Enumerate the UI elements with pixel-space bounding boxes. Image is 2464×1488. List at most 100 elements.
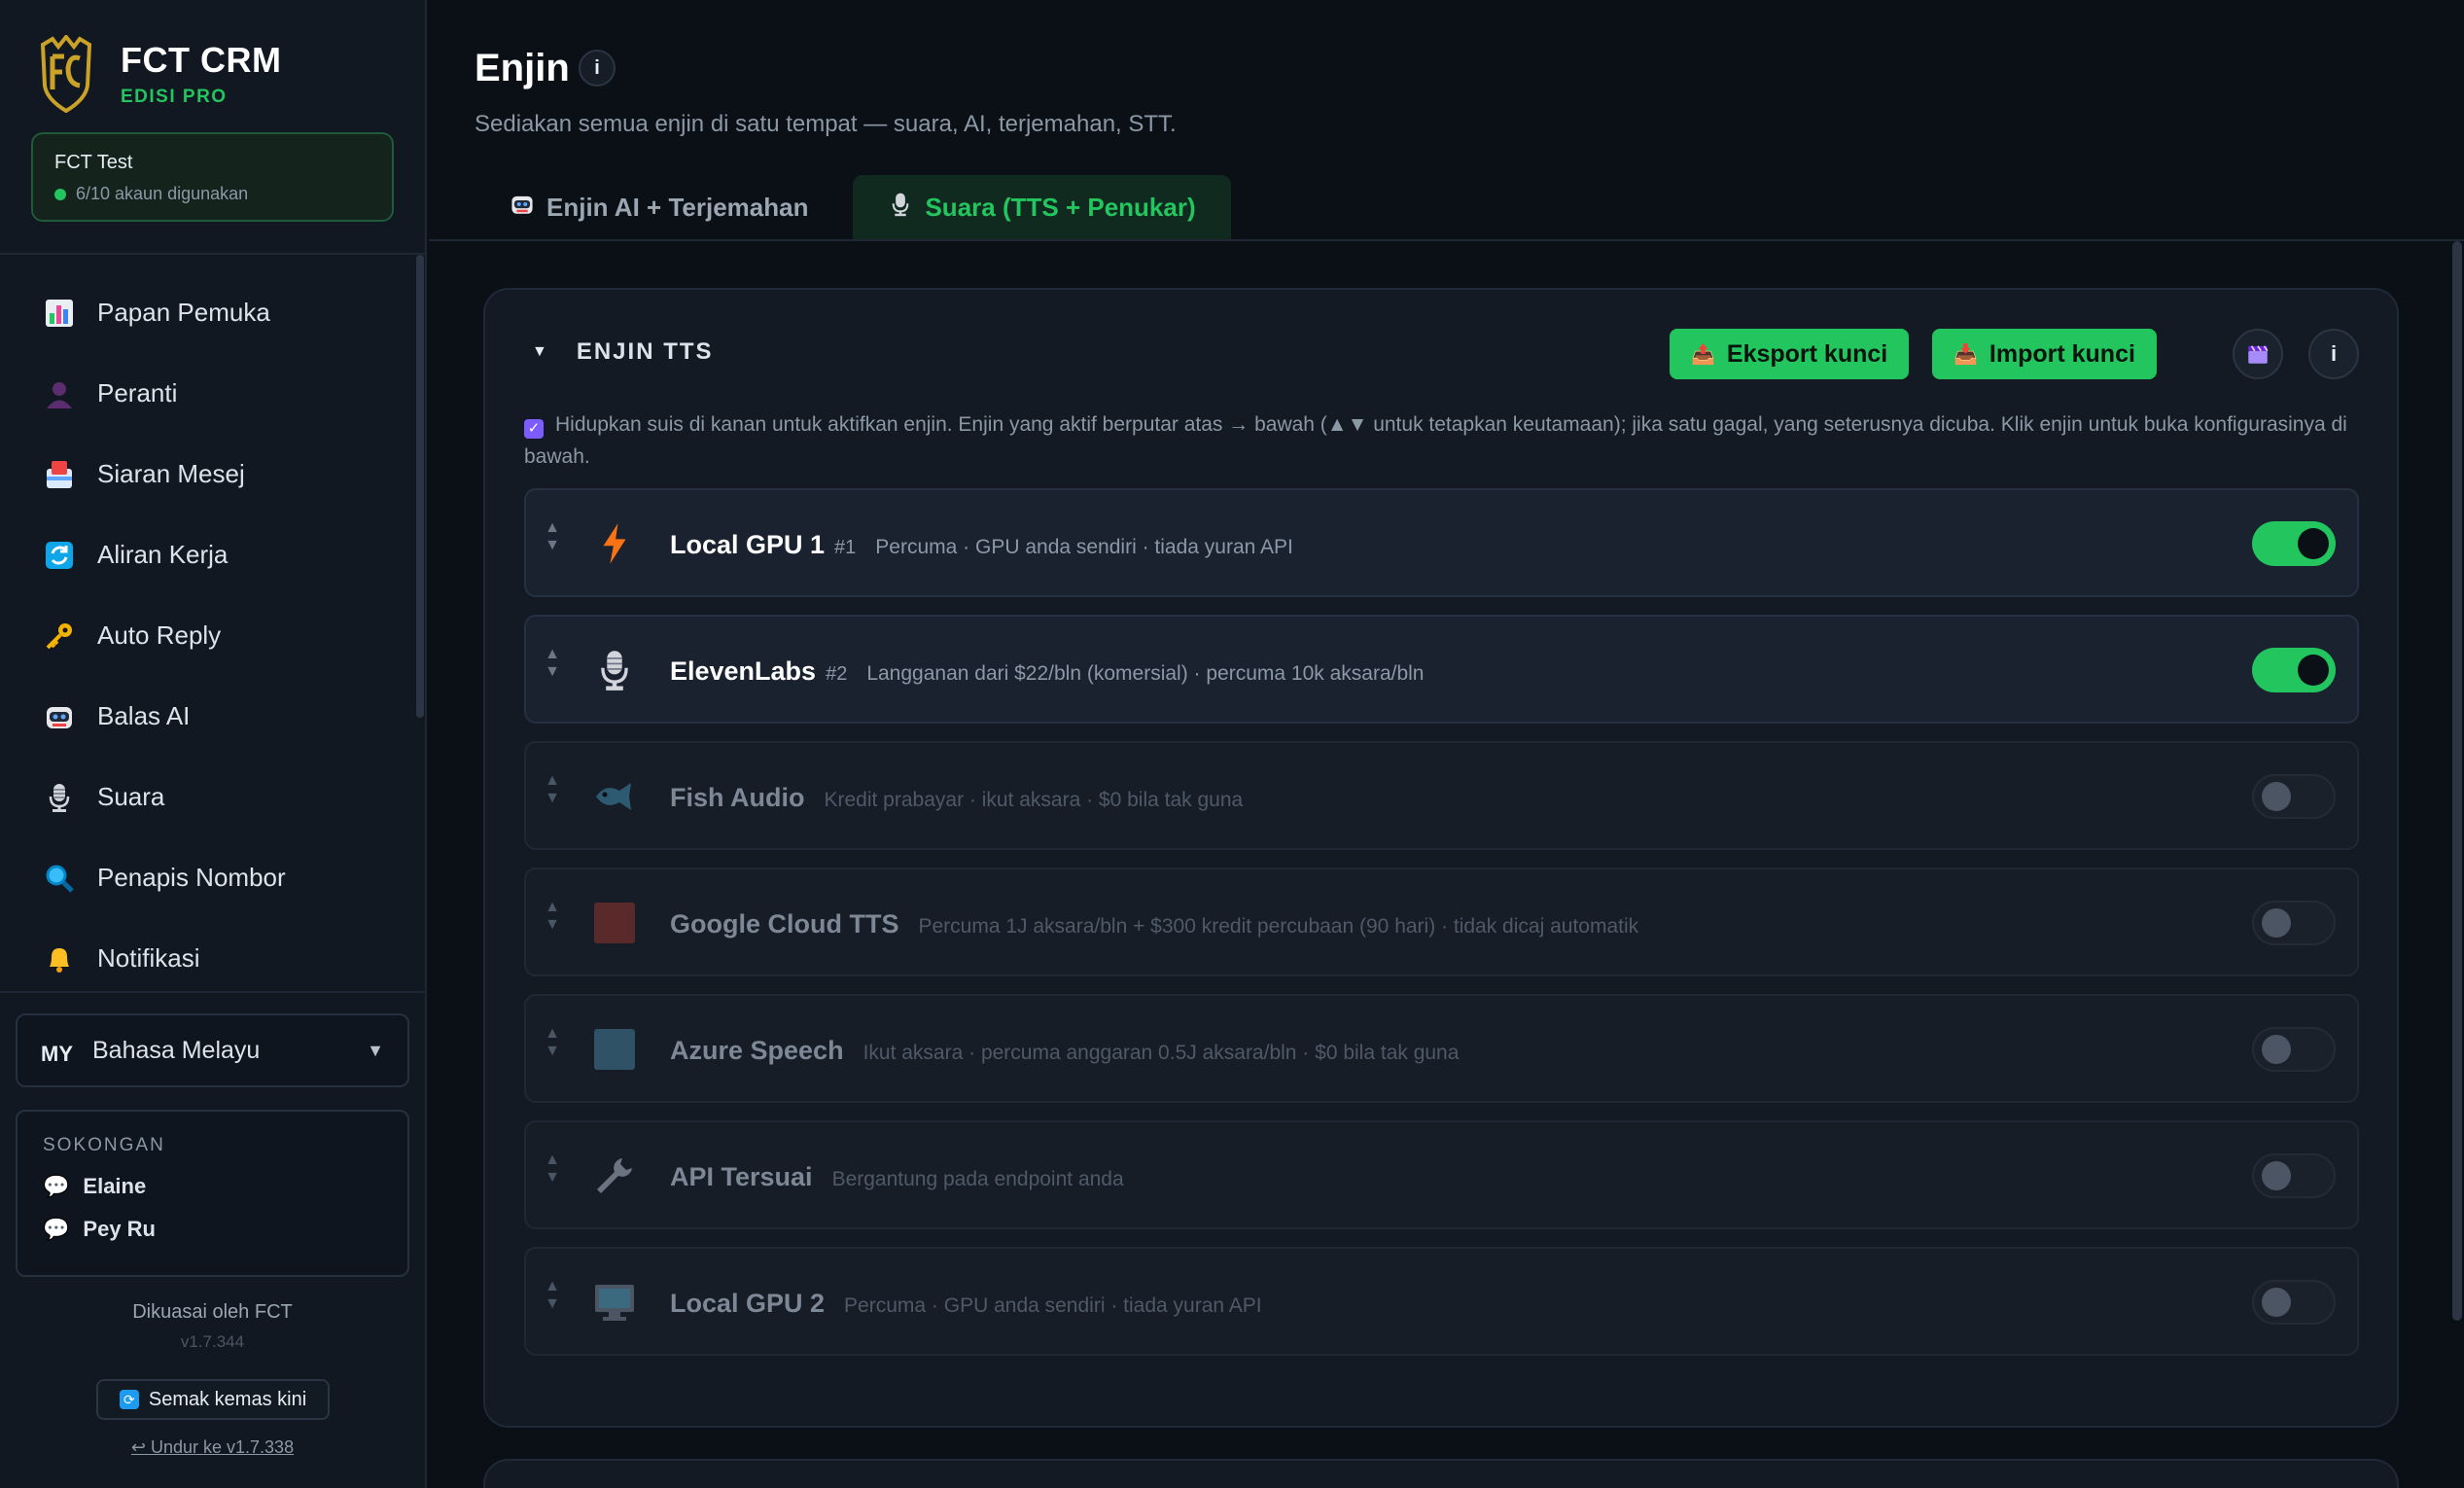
sidebar-item-label: Suara	[97, 782, 165, 811]
microphone-icon	[590, 646, 639, 694]
reorder-handle-icon[interactable]: ▲ ▼	[542, 1278, 563, 1313]
robot-icon	[43, 700, 76, 733]
sidebar-item-aliran-kerja[interactable]: Aliran Kerja	[0, 514, 425, 595]
toggle-knob	[2298, 528, 2329, 559]
engine-toggle[interactable]	[2252, 901, 2336, 945]
sidebar-item-label: Auto Reply	[97, 620, 222, 650]
sidebar-item-peranti[interactable]: Peranti	[0, 353, 425, 434]
sidebar-item-label: Aliran Kerja	[97, 540, 229, 569]
workflow-icon	[43, 539, 76, 572]
divider	[0, 253, 425, 255]
info-icon[interactable]: i	[579, 50, 616, 87]
reorder-handle-icon[interactable]: ▲ ▼	[542, 772, 563, 807]
engine-row-local-gpu-2[interactable]: ▲ ▼ Local GPU 2 Percuma · GPU anda sendiri…	[524, 1247, 2359, 1356]
engine-toggle[interactable]	[2252, 521, 2336, 566]
fct-shield-logo-icon	[40, 35, 92, 113]
main-content: Enjin i Sediakan semua enjin di satu tem…	[429, 0, 2464, 1488]
sidebar-item-label: Papan Pemuka	[97, 298, 270, 327]
import-keys-button[interactable]: 📥 Import kunci	[1932, 329, 2157, 379]
tab-label: Suara (TTS + Penukar)	[925, 192, 1196, 222]
sidebar: FCT CRM EDISI PRO FCT Test 6/10 akaun di…	[0, 0, 427, 1488]
main-scrollbar[interactable]	[2452, 241, 2462, 1321]
brand-edition: EDISI PRO	[121, 87, 228, 107]
checkbox-icon: ✓	[524, 419, 544, 439]
engine-row-elevenlabs[interactable]: ▲ ▼ ElevenLabs #2 Langganan dari $22/bln (k…	[524, 615, 2359, 724]
sidebar-item-penapis-nombor[interactable]: Penapis Nombor	[0, 837, 425, 918]
support-contact-label: Pey Ru	[83, 1217, 156, 1241]
broadcast-icon	[43, 458, 76, 491]
hint-text: Hidupkan suis di kanan untuk aktifkan en…	[524, 413, 2347, 468]
support-contact-elaine[interactable]: 💬 Elaine	[43, 1174, 382, 1199]
brand[interactable]: FCT CRM EDISI PRO	[39, 35, 281, 113]
export-keys-label: Eksport kunci	[1726, 339, 1888, 368]
support-panel: SOKONGAN 💬 Elaine 💬 Pey Ru	[16, 1110, 409, 1277]
engine-name: API Tersuai	[670, 1162, 813, 1191]
engine-toggle[interactable]	[2252, 774, 2336, 819]
sidebar-item-siaran-mesej[interactable]: Siaran Mesej	[0, 434, 425, 514]
engine-toggle[interactable]	[2252, 1153, 2336, 1198]
tts-engine-card: ▼ ENJIN TTS 📤 Eksport kunci 📥 Import kun…	[483, 288, 2399, 1428]
language-label: Bahasa Melayu	[92, 1036, 261, 1064]
toggle-knob	[2262, 1288, 2291, 1317]
engine-row-azure-speech[interactable]: ▲ ▼ Azure Speech Ikut aksara · percuma ang…	[524, 994, 2359, 1103]
inbox-icon: 📥	[1954, 343, 1978, 366]
sidebar-item-suara[interactable]: Suara	[0, 757, 425, 837]
sidebar-item-label: Peranti	[97, 378, 178, 407]
export-keys-button[interactable]: 📤 Eksport kunci	[1670, 329, 1910, 379]
sidebar-item-notifikasi[interactable]: Notifikasi	[0, 918, 425, 999]
tab-ai-translation[interactable]: Enjin AI + Terjemahan	[475, 175, 843, 239]
downgrade-link[interactable]: ↩ Undur ke v1.7.338	[0, 1437, 425, 1458]
tab-voice-tts[interactable]: Suara (TTS + Penukar)	[853, 175, 1231, 239]
sidebar-scrollbar[interactable]	[416, 255, 424, 718]
reorder-handle-icon[interactable]: ▲ ▼	[542, 646, 563, 681]
engine-toggle[interactable]	[2252, 648, 2336, 692]
monitor-icon	[590, 1278, 639, 1327]
engine-row-fish-audio[interactable]: ▲ ▼ Fish Audio Kredit prabayar · ikut aksa…	[524, 741, 2359, 850]
engine-desc: Ikut aksara · percuma anggaran 0.5J aksa…	[862, 1042, 1460, 1064]
outbox-icon: 📤	[1691, 343, 1715, 366]
sidebar-item-auto-reply[interactable]: Auto Reply	[0, 595, 425, 676]
reorder-handle-icon[interactable]: ▲ ▼	[542, 1151, 563, 1187]
engine-desc: Percuma · GPU anda sendiri · tiada yuran…	[875, 536, 1293, 558]
support-contact-label: Elaine	[83, 1174, 147, 1198]
reorder-handle-icon[interactable]: ▲ ▼	[542, 519, 563, 554]
chevron-down-icon: ▼	[367, 1040, 384, 1060]
check-update-button[interactable]: ⟳ Semak kemas kini	[96, 1379, 330, 1420]
toggle-knob	[2262, 1161, 2291, 1190]
tts-section-header[interactable]: ▼ ENJIN TTS	[532, 338, 714, 366]
microphone-icon	[43, 781, 76, 814]
sidebar-item-papan-pemuka[interactable]: Papan Pemuka	[0, 272, 425, 353]
engine-desc: Kredit prabayar · ikut aksara · $0 bila …	[824, 789, 1244, 811]
engine-name: Local GPU 1	[670, 530, 826, 559]
support-contact-pey-ru[interactable]: 💬 Pey Ru	[43, 1217, 382, 1242]
clapper-icon[interactable]	[2233, 329, 2283, 379]
version-label: v1.7.344	[180, 1332, 245, 1351]
tts-hint: ✓ Hidupkan suis di kanan untuk aktifkan e…	[524, 408, 2352, 473]
engine-toggle[interactable]	[2252, 1027, 2336, 1072]
bell-icon	[43, 942, 76, 975]
info-icon[interactable]: i	[2308, 329, 2359, 379]
engine-row-api-tersuai[interactable]: ▲ ▼ API Tersuai Bergantung pada endpoint a…	[524, 1120, 2359, 1229]
engine-toggle[interactable]	[2252, 1280, 2336, 1325]
robot-icon	[510, 192, 535, 224]
collapse-caret-icon: ▼	[532, 343, 547, 360]
reorder-handle-icon[interactable]: ▲ ▼	[542, 1025, 563, 1060]
engine-rank: #2	[826, 663, 848, 685]
section-title: ENJIN TTS	[576, 338, 714, 365]
divider	[0, 991, 425, 993]
language-select[interactable]: MY Bahasa Melayu ▼	[16, 1013, 409, 1087]
tab-bar: Enjin AI + Terjemahan Suara (TTS + Penuk…	[475, 175, 1231, 239]
engine-row-local-gpu-1[interactable]: ▲ ▼ Local GPU 1 #1 Percuma · GPU anda sendi…	[524, 488, 2359, 597]
reorder-handle-icon[interactable]: ▲ ▼	[542, 899, 563, 934]
sidebar-nav: Papan Pemuka Peranti Siaran Mesej Aliran…	[0, 272, 425, 999]
engine-row-google-cloud-tts[interactable]: ▲ ▼ Google Cloud TTS Percuma 1J aksara/bln…	[524, 868, 2359, 976]
engine-name: Azure Speech	[670, 1036, 844, 1065]
toggle-knob	[2262, 908, 2291, 938]
chat-bubble-icon: 💬	[43, 1217, 70, 1241]
workspace-name: FCT Test	[54, 152, 133, 173]
tab-label: Enjin AI + Terjemahan	[546, 192, 809, 222]
brand-name: FCT CRM	[121, 40, 282, 80]
sidebar-item-label: Balas AI	[97, 701, 191, 730]
workspace-card[interactable]: FCT Test 6/10 akaun digunakan	[31, 132, 394, 222]
sidebar-item-balas-ai[interactable]: Balas AI	[0, 676, 425, 757]
